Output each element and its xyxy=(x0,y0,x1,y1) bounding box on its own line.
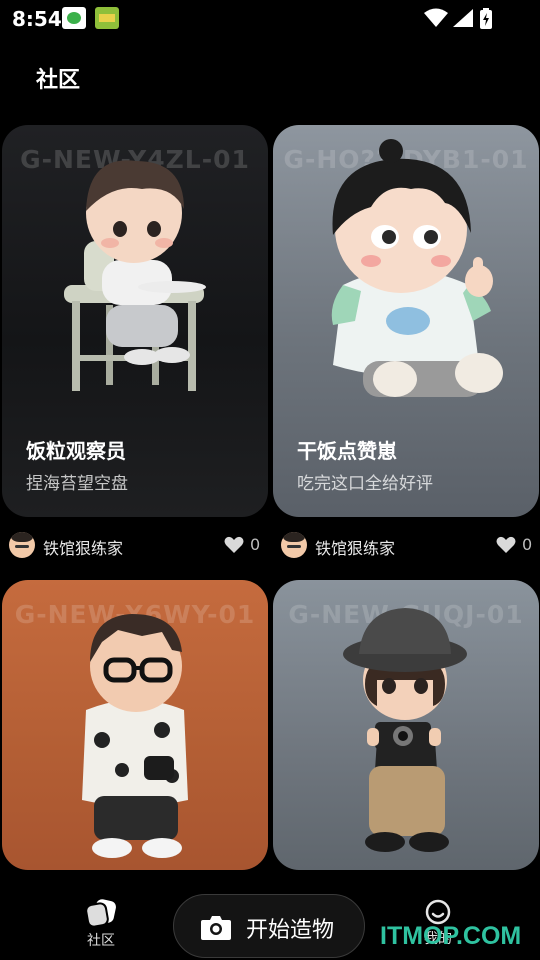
author-name[interactable]: 铁馆狠练家 xyxy=(315,535,395,559)
post-card[interactable]: G-NEW-Y4ZL-01 饭粒观察员 捏海苔望空盘 xyxy=(2,125,268,517)
avatar[interactable] xyxy=(9,532,35,558)
avatar[interactable] xyxy=(281,532,307,558)
page-title: 社区 xyxy=(36,68,81,93)
nav-community-label: 社区 xyxy=(87,933,115,949)
card-subtitle: 捏海苔望空盘 xyxy=(26,474,128,494)
author-row: 铁馆狠练家 0 xyxy=(6,530,268,560)
post-card[interactable]: G-NEW-X6WY-01 xyxy=(2,580,268,870)
post-card[interactable]: G-HO??-DYB1-01 干饭点赞崽 吃完这口全给好评 xyxy=(273,125,539,517)
community-icon xyxy=(85,899,116,928)
status-bar: 8:54 xyxy=(0,0,540,36)
create-button[interactable]: 开始造物 xyxy=(173,894,365,958)
figure-image xyxy=(343,608,467,852)
author-row: 铁馆狠练家 0 xyxy=(278,530,540,560)
card-title: 干饭点赞崽 xyxy=(297,439,397,463)
figure-image xyxy=(64,160,206,391)
figure-image xyxy=(331,139,503,397)
post-card[interactable]: G-NEW-GUQJ-01 xyxy=(273,580,539,870)
like-count: 0 xyxy=(250,535,261,554)
like-count: 0 xyxy=(522,535,533,554)
camera-icon xyxy=(201,916,231,940)
notification-app-icon xyxy=(95,7,119,29)
create-button-label: 开始造物 xyxy=(246,918,335,943)
nav-community[interactable]: 社区 xyxy=(66,898,136,950)
card-subtitle: 吃完这口全给好评 xyxy=(297,474,433,494)
heart-icon[interactable] xyxy=(224,536,244,554)
heart-icon[interactable] xyxy=(496,536,516,554)
battery-icon xyxy=(480,8,492,29)
notification-app-icon xyxy=(62,7,86,29)
card-title: 饭粒观察员 xyxy=(26,439,126,463)
figure-image xyxy=(82,614,188,858)
site-watermark: ITMOP.COM xyxy=(380,922,522,950)
status-time: 8:54 xyxy=(12,7,62,31)
signal-icon xyxy=(453,9,473,27)
author-name[interactable]: 铁馆狠练家 xyxy=(43,535,123,559)
wifi-icon xyxy=(424,8,448,27)
system-icons xyxy=(424,8,500,30)
